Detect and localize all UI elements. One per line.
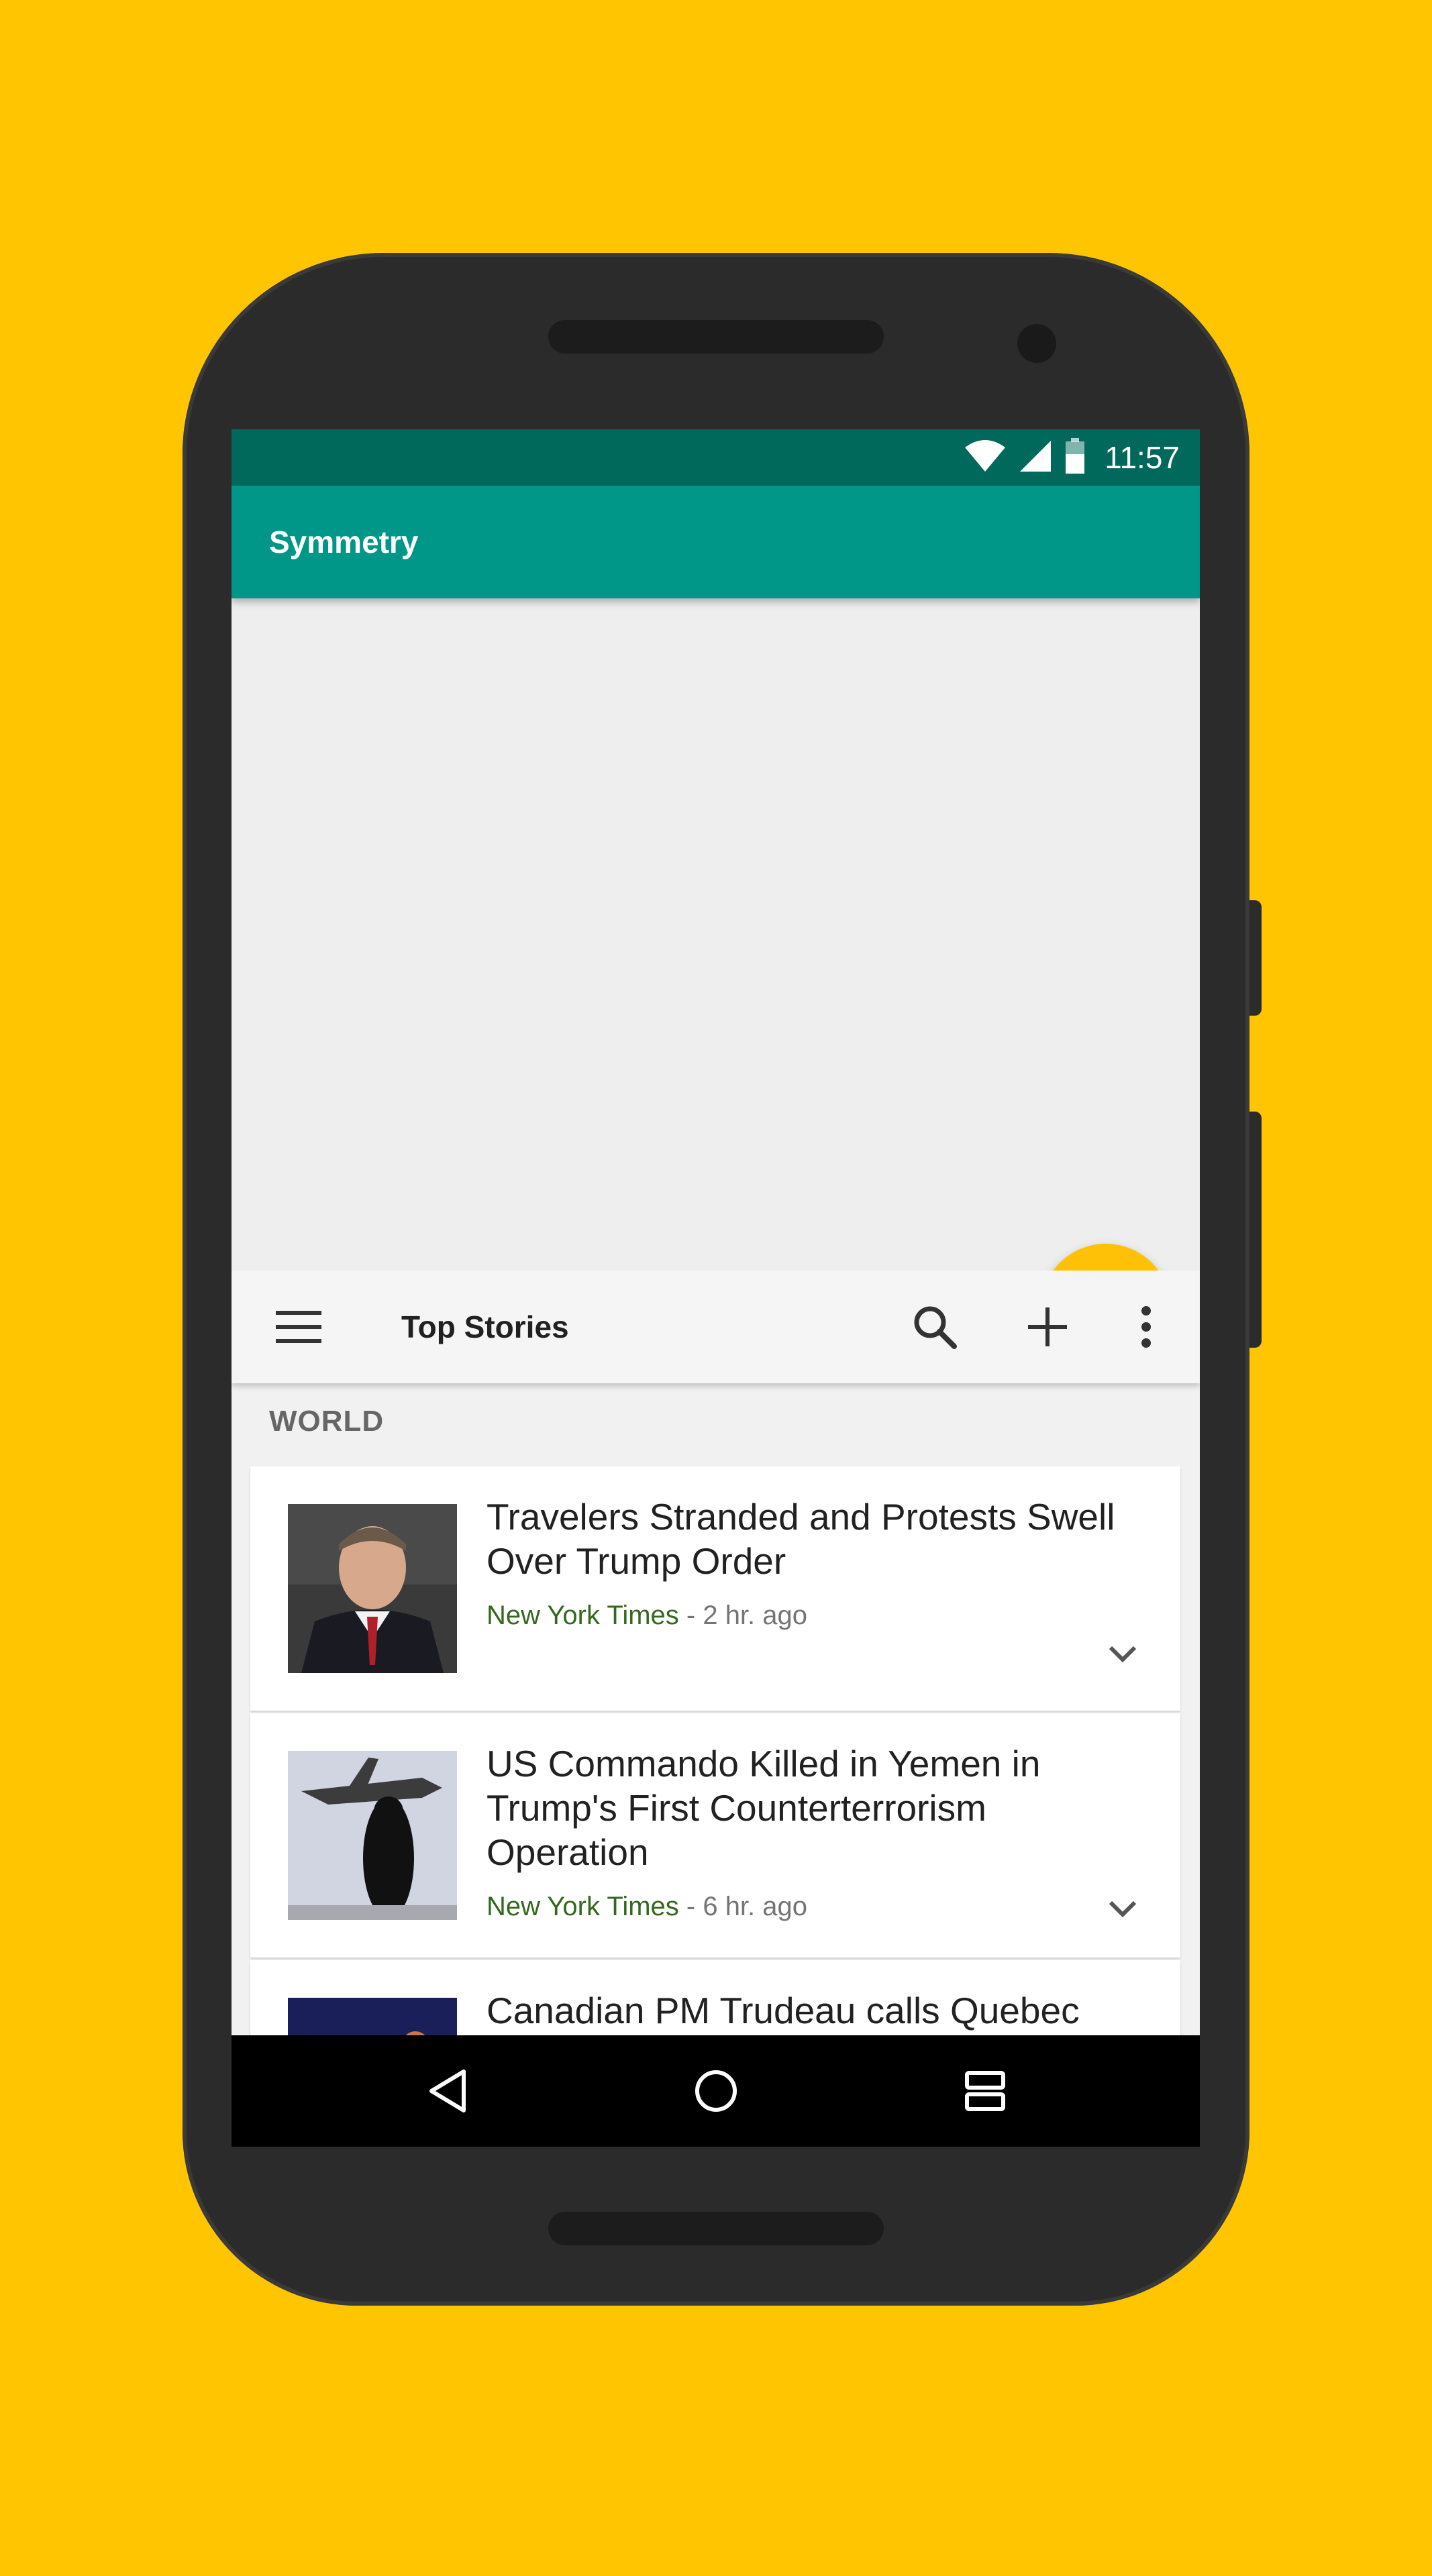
app-bar: Symmetry — [232, 486, 1200, 598]
story-thumbnail — [288, 1504, 457, 1673]
cell-signal-icon — [1019, 439, 1052, 476]
story-thumbnail — [288, 1751, 457, 1920]
home-icon[interactable] — [662, 2035, 770, 2147]
story-headline: Travelers Stranded and Protests Swell Ov… — [487, 1496, 1115, 1582]
news-app: Top Stories WORLD Travelers Stranded and… — [232, 1271, 1200, 2035]
back-icon[interactable] — [394, 2035, 501, 2147]
power-button — [1249, 900, 1262, 1016]
status-bar: 11:57 — [232, 429, 1200, 486]
story-card[interactable]: US Commando Killed in Yemen in Trump's F… — [250, 1713, 1180, 1957]
story-source[interactable]: New York Times — [487, 1892, 679, 1921]
expand-chevron-icon[interactable] — [1103, 1889, 1143, 1929]
story-card[interactable]: Canadian PM Trudeau calls Quebec — [250, 1960, 1180, 2035]
volume-button — [1249, 1112, 1262, 1348]
story-thumbnail — [288, 1998, 457, 2035]
phone-screen: 11:57 Symmetry Top Stories WORLD Travele… — [232, 429, 1200, 2147]
toolbar-title: Top Stories — [401, 1309, 569, 1344]
navigation-bar — [232, 2035, 1200, 2147]
story-source[interactable]: New York Times — [487, 1601, 679, 1630]
add-icon[interactable] — [1007, 1271, 1088, 1383]
story-headline: Canadian PM Trudeau calls Quebec — [487, 1990, 1080, 2031]
hamburger-menu-icon[interactable] — [258, 1271, 339, 1383]
earpiece-speaker — [548, 320, 884, 354]
story-meta: New York Times - 6 hr. ago — [487, 1892, 807, 1922]
battery-icon — [1064, 437, 1086, 478]
app-title: Symmetry — [269, 525, 419, 559]
recents-icon[interactable] — [931, 2035, 1039, 2147]
more-vert-icon[interactable] — [1106, 1271, 1186, 1383]
story-card[interactable]: Travelers Stranded and Protests Swell Ov… — [250, 1466, 1180, 1711]
section-label: WORLD — [269, 1405, 385, 1438]
search-icon[interactable] — [894, 1271, 975, 1383]
story-headline: US Commando Killed in Yemen in Trump's F… — [487, 1743, 1041, 1873]
story-time: - 2 hr. ago — [678, 1601, 808, 1630]
bottom-speaker — [548, 2212, 884, 2245]
front-camera — [1017, 324, 1056, 363]
story-time: - 6 hr. ago — [678, 1892, 808, 1921]
expand-chevron-icon[interactable] — [1103, 1634, 1143, 1674]
news-toolbar: Top Stories — [232, 1271, 1200, 1383]
wifi-icon — [964, 439, 1007, 476]
story-meta: New York Times - 2 hr. ago — [487, 1601, 807, 1631]
status-time: 11:57 — [1105, 440, 1180, 475]
